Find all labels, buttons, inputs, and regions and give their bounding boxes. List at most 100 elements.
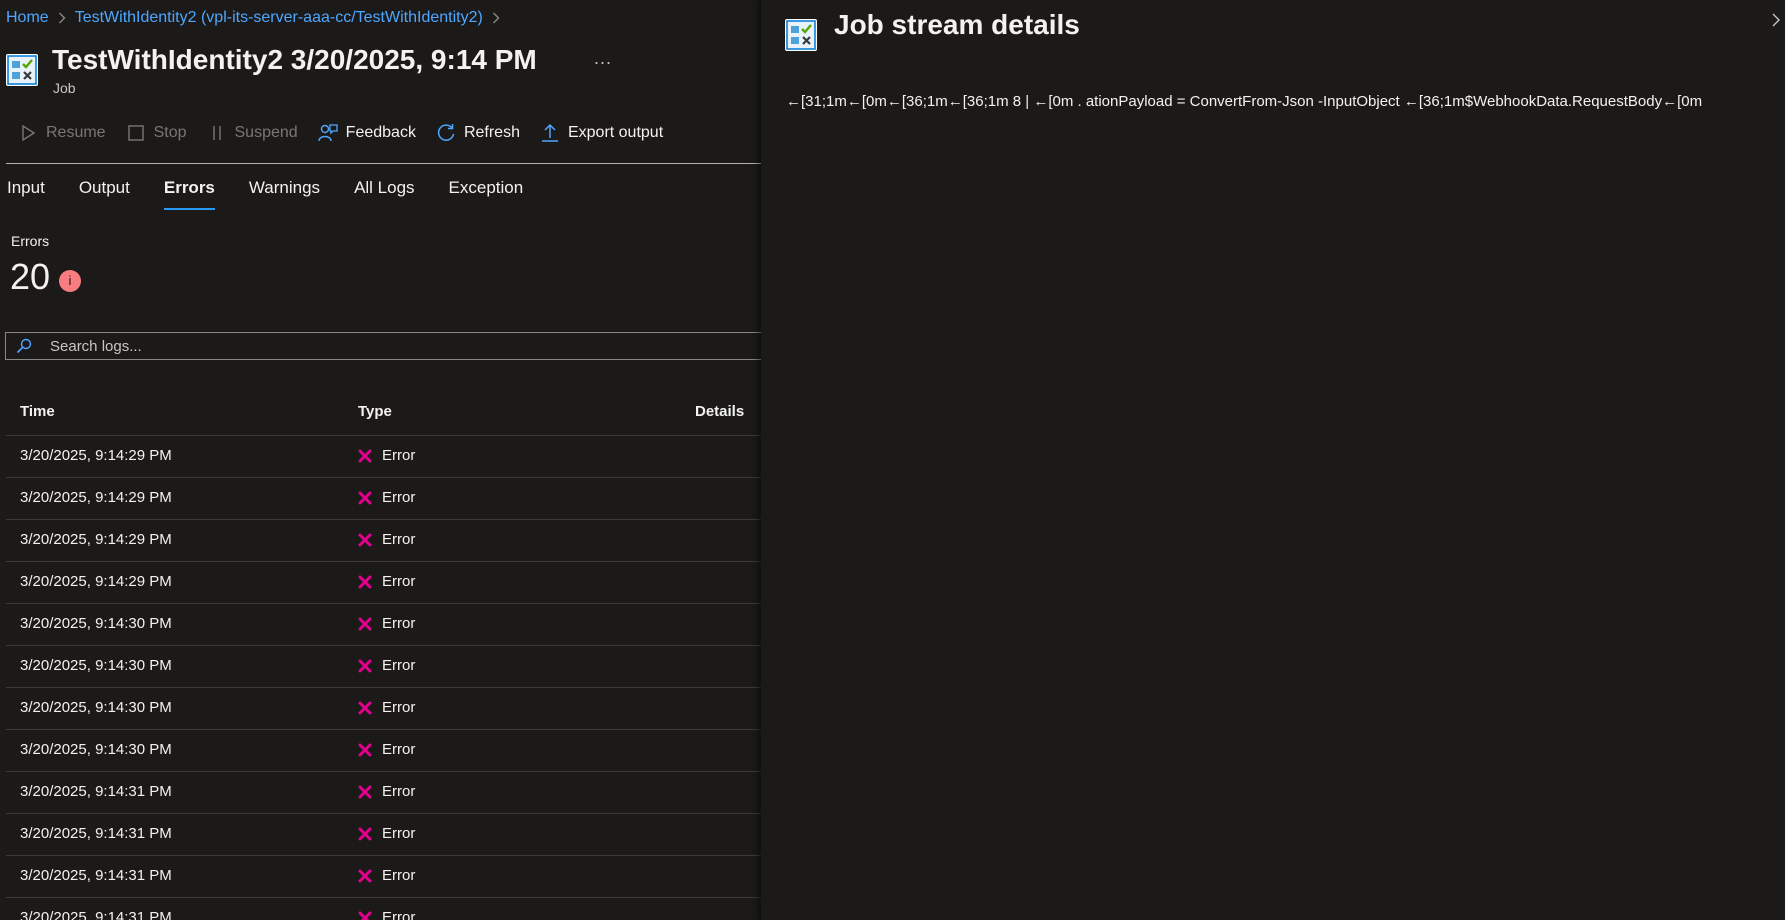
- tab-all-logs[interactable]: All Logs: [354, 178, 414, 210]
- error-icon: [358, 449, 372, 462]
- export-output-label: Export output: [567, 124, 664, 141]
- export-output-button[interactable]: Export output: [540, 123, 663, 143]
- column-header-details[interactable]: Details: [695, 403, 744, 420]
- breadcrumb-runbook[interactable]: TestWithIdentity2 (vpl-its-server-aaa-cc…: [75, 9, 483, 27]
- row-time: 3/20/2025, 9:14:31 PM: [20, 783, 172, 800]
- table-row[interactable]: 3/20/2025, 9:14:31 PM Error: [6, 772, 761, 814]
- row-time: 3/20/2025, 9:14:31 PM: [20, 825, 172, 842]
- feedback-button[interactable]: Feedback: [317, 123, 416, 143]
- row-type-label: Error: [382, 531, 416, 548]
- row-time: 3/20/2025, 9:14:30 PM: [20, 741, 172, 758]
- row-type: Error: [358, 489, 415, 506]
- row-type-label: Error: [382, 489, 416, 506]
- row-type: Error: [358, 657, 415, 674]
- table-row[interactable]: 3/20/2025, 9:14:29 PM Error: [6, 562, 761, 604]
- row-type: Error: [358, 867, 415, 884]
- close-icon[interactable]: [1771, 13, 1781, 27]
- tab-output[interactable]: Output: [79, 178, 130, 210]
- tab-input[interactable]: Input: [7, 178, 45, 210]
- row-type-label: Error: [382, 615, 416, 632]
- row-type-label: Error: [382, 699, 416, 716]
- table-header: Time Type Details: [6, 388, 761, 436]
- row-type-label: Error: [382, 573, 416, 590]
- row-time: 3/20/2025, 9:14:30 PM: [20, 657, 172, 674]
- tab-errors[interactable]: Errors: [163, 178, 215, 210]
- row-type-label: Error: [382, 825, 416, 842]
- row-type-label: Error: [382, 909, 416, 920]
- row-time: 3/20/2025, 9:14:30 PM: [20, 615, 172, 632]
- row-time: 3/20/2025, 9:14:29 PM: [20, 531, 172, 548]
- row-time: 3/20/2025, 9:14:29 PM: [20, 573, 172, 590]
- tab-warnings[interactable]: Warnings: [249, 178, 320, 210]
- stream-content: ←[31;1m←[0m←[36;1m←[36;1m 8 | ←[0m . ati…: [786, 93, 1703, 110]
- job-blade: Home TestWithIdentity2 (vpl-its-server-a…: [0, 0, 761, 920]
- table-row[interactable]: 3/20/2025, 9:14:29 PM Error: [6, 436, 761, 478]
- row-type-label: Error: [382, 447, 416, 464]
- errors-count: 20: [10, 256, 51, 297]
- error-icon: [358, 659, 372, 672]
- table-row[interactable]: 3/20/2025, 9:14:29 PM Error: [6, 520, 761, 562]
- job-icon: [6, 54, 38, 86]
- table-body: 3/20/2025, 9:14:29 PM Error 3/20/2025, 9:1…: [6, 436, 761, 920]
- table-row[interactable]: 3/20/2025, 9:14:31 PM Error: [6, 898, 761, 920]
- errors-label: Errors: [11, 233, 50, 249]
- row-type: Error: [358, 573, 415, 590]
- stop-button[interactable]: Stop: [126, 123, 187, 143]
- row-time: 3/20/2025, 9:14:30 PM: [20, 699, 172, 716]
- row-type: Error: [358, 783, 415, 800]
- error-icon: [358, 617, 372, 630]
- error-icon: [358, 785, 372, 798]
- table-row[interactable]: 3/20/2025, 9:14:31 PM Error: [6, 856, 761, 898]
- resume-button[interactable]: Resume: [18, 123, 106, 143]
- chevron-right-icon: [492, 12, 500, 24]
- error-icon: [358, 701, 372, 714]
- row-type: Error: [358, 447, 415, 464]
- table-row[interactable]: 3/20/2025, 9:14:30 PM Error: [6, 730, 761, 772]
- error-icon: [358, 491, 372, 504]
- row-type-label: Error: [382, 741, 416, 758]
- error-icon: [358, 827, 372, 840]
- error-icon: [358, 869, 372, 882]
- toolbar-divider: [6, 163, 761, 164]
- error-icon: [358, 743, 372, 756]
- column-header-time[interactable]: Time: [20, 403, 55, 420]
- table-row[interactable]: 3/20/2025, 9:14:31 PM Error: [6, 814, 761, 856]
- suspend-label: Suspend: [234, 124, 298, 141]
- column-header-type[interactable]: Type: [358, 403, 392, 420]
- suspend-button[interactable]: Suspend: [207, 123, 298, 143]
- row-type: Error: [358, 699, 415, 716]
- table-row[interactable]: 3/20/2025, 9:14:30 PM Error: [6, 688, 761, 730]
- tab-exception[interactable]: Exception: [449, 178, 524, 210]
- row-type: Error: [358, 741, 415, 758]
- command-bar: Resume Stop Suspend Feedback Refresh Exp…: [0, 118, 663, 148]
- stop-label: Stop: [153, 124, 187, 141]
- refresh-icon: [437, 124, 455, 141]
- table-row[interactable]: 3/20/2025, 9:14:30 PM Error: [6, 604, 761, 646]
- row-type-label: Error: [382, 783, 416, 800]
- info-icon: i: [59, 270, 81, 292]
- stop-icon: [127, 125, 144, 141]
- search-icon: [16, 338, 32, 354]
- upload-icon: [541, 123, 558, 142]
- play-icon: [22, 124, 36, 142]
- job-icon: [785, 19, 817, 51]
- row-time: 3/20/2025, 9:14:29 PM: [20, 489, 172, 506]
- row-type: Error: [358, 531, 415, 548]
- error-icon: [358, 533, 372, 546]
- breadcrumb: Home TestWithIdentity2 (vpl-its-server-a…: [6, 9, 509, 27]
- more-options-button[interactable]: ...: [594, 48, 612, 69]
- table-row[interactable]: 3/20/2025, 9:14:29 PM Error: [6, 478, 761, 520]
- refresh-button[interactable]: Refresh: [436, 123, 520, 143]
- error-icon: [358, 575, 372, 588]
- pause-icon: [212, 126, 221, 140]
- search-input[interactable]: [48, 336, 732, 356]
- page-subtitle: Job: [53, 80, 76, 96]
- breadcrumb-home[interactable]: Home: [6, 9, 49, 27]
- row-type: Error: [358, 909, 415, 920]
- row-type-label: Error: [382, 657, 416, 674]
- row-time: 3/20/2025, 9:14:31 PM: [20, 867, 172, 884]
- logs-table: Time Type Details 3/20/2025, 9:14:29 PM E…: [6, 388, 761, 920]
- refresh-label: Refresh: [463, 124, 520, 141]
- search-box: [5, 332, 761, 360]
- table-row[interactable]: 3/20/2025, 9:14:30 PM Error: [6, 646, 761, 688]
